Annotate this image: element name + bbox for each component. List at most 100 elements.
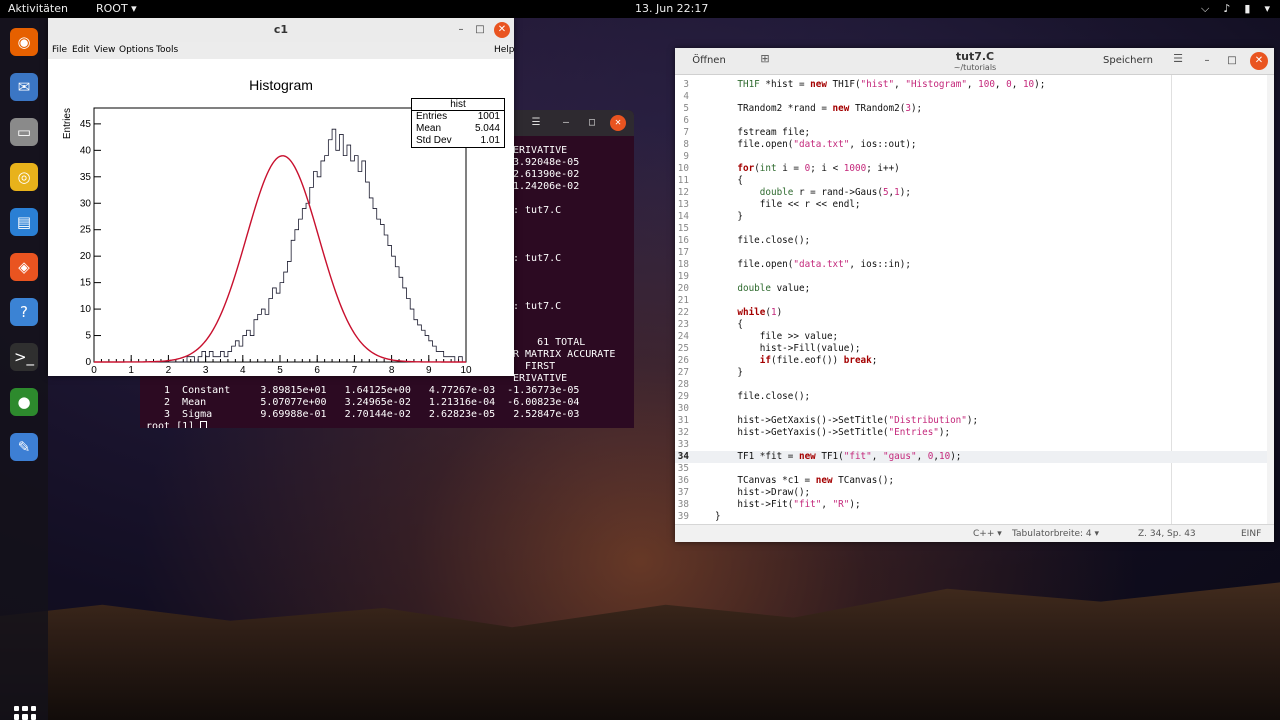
rhythmbox-icon[interactable]: ◎ [10, 163, 38, 191]
code-line[interactable]: 30 [675, 403, 1267, 415]
new-tab-icon[interactable]: ⊞ [755, 52, 775, 70]
show-applications-icon[interactable] [14, 706, 36, 720]
root-icon[interactable]: ● [10, 388, 38, 416]
plot-area[interactable]: Histogram012345678910051015202530354045D… [48, 59, 514, 387]
line-number: 13 [677, 199, 689, 210]
hamburger-menu-icon[interactable]: ☰ [1169, 52, 1187, 70]
code-line[interactable]: 19 [675, 271, 1267, 283]
insert-mode[interactable]: EINF [1241, 529, 1261, 539]
code-line[interactable]: 27 } [675, 367, 1267, 379]
terminal-menu-icon[interactable]: ☰ [528, 115, 544, 131]
menu-help[interactable]: Help [494, 45, 515, 55]
code-line[interactable]: 37 hist->Draw(); [675, 487, 1267, 499]
stats-box[interactable]: hist Entries 1001 Mean 5.044 Std Dev 1.01 [411, 98, 505, 148]
code-line[interactable]: 18 file.open("data.txt", ios::in); [675, 259, 1267, 271]
canvas-minimize-icon[interactable]: – [453, 22, 469, 38]
line-number: 37 [677, 487, 689, 498]
menu-view[interactable]: View [94, 45, 115, 55]
code-line[interactable]: 31 hist->GetXaxis()->SetTitle("Distribut… [675, 415, 1267, 427]
code-line[interactable]: 11 { [675, 175, 1267, 187]
code-line[interactable]: 16 file.close(); [675, 235, 1267, 247]
open-button[interactable]: Öffnen [679, 51, 739, 71]
code-line[interactable]: 8 file.open("data.txt", ios::out); [675, 139, 1267, 151]
editor-statusbar: C++ ▾ Tabulatorbreite: 4 ▾ Z. 34, Sp. 43… [675, 524, 1274, 542]
language-selector[interactable]: C++ ▾ [973, 529, 1002, 539]
line-number: 20 [677, 283, 689, 294]
code-line[interactable]: 4 [675, 91, 1267, 103]
code-line[interactable]: 17 [675, 247, 1267, 259]
code-line[interactable]: 7 fstream file; [675, 127, 1267, 139]
code-line[interactable]: 36 TCanvas *c1 = new TCanvas(); [675, 475, 1267, 487]
code-line[interactable]: 26 if(file.eof()) break; [675, 355, 1267, 367]
code-line[interactable]: 35 [675, 463, 1267, 475]
line-number: 14 [677, 211, 689, 222]
code-line[interactable]: 6 [675, 115, 1267, 127]
editor-maximize-icon[interactable]: □ [1223, 52, 1241, 70]
app-menu[interactable]: ROOT ▾ [96, 2, 137, 15]
firefox-icon[interactable]: ◉ [10, 28, 38, 56]
line-number: 18 [677, 259, 689, 270]
line-number: 23 [677, 319, 689, 330]
network-icon[interactable]: ⌵ [1201, 2, 1209, 16]
code-view[interactable]: 3 TH1F *hist = new TH1F("hist", "Histogr… [675, 75, 1274, 524]
system-tray[interactable]: ⌵ ♪ ▮ ▾ [1201, 2, 1270, 16]
code-line[interactable]: 38 hist->Fit("fit", "R"); [675, 499, 1267, 511]
terminal-minimize-icon[interactable]: – [558, 115, 574, 131]
code-line[interactable]: 10 for(int i = 0; i < 1000; i++) [675, 163, 1267, 175]
code-text: file.open("data.txt", ios::in); [715, 259, 911, 270]
menu-tools[interactable]: Tools [156, 45, 178, 55]
code-text: { [715, 175, 743, 186]
terminal-icon[interactable]: >_ [10, 343, 38, 371]
activities-button[interactable]: Aktivitäten [8, 2, 68, 15]
code-line[interactable]: 9 [675, 151, 1267, 163]
tab-width-selector[interactable]: Tabulatorbreite: 4 ▾ [1012, 529, 1099, 539]
code-line[interactable]: 15 [675, 223, 1267, 235]
system-menu-icon[interactable]: ▾ [1264, 2, 1270, 16]
menu-edit[interactable]: Edit [72, 45, 89, 55]
code-line[interactable]: 12 double r = rand->Gaus(5,1); [675, 187, 1267, 199]
terminal-line: 1.24206e-02 [513, 181, 580, 192]
code-line[interactable]: 20 double value; [675, 283, 1267, 295]
text-editor-window[interactable]: Öffnen ⊞ tut7.C ~/tutorials Speichern ☰ … [675, 48, 1274, 542]
editor-minimize-icon[interactable]: – [1198, 52, 1216, 70]
menu-file[interactable]: File [52, 45, 67, 55]
clock[interactable]: 13. Jun 22:17 [635, 2, 708, 15]
editor-scrollbar[interactable] [1267, 75, 1274, 524]
y-tick-label: 0 [85, 357, 91, 368]
text-editor-icon[interactable]: ✎ [10, 433, 38, 461]
save-button[interactable]: Speichern [1095, 51, 1161, 71]
code-line[interactable]: 23 { [675, 319, 1267, 331]
cursor-position[interactable]: Z. 34, Sp. 43 [1138, 529, 1196, 539]
code-line[interactable]: 28 [675, 379, 1267, 391]
code-line[interactable]: 33 [675, 439, 1267, 451]
code-line[interactable]: 14 } [675, 211, 1267, 223]
code-line[interactable]: 25 hist->Fill(value); [675, 343, 1267, 355]
software-icon[interactable]: ◈ [10, 253, 38, 281]
code-line[interactable]: 22 while(1) [675, 307, 1267, 319]
root-canvas-window[interactable]: c1 – □ ✕ File Edit View Options Tools He… [48, 18, 515, 387]
terminal-line: 1 Constant 3.89815e+01 1.64125e+00 4.772… [164, 385, 580, 396]
code-line[interactable]: 5 TRandom2 *rand = new TRandom2(3); [675, 103, 1267, 115]
canvas-maximize-icon[interactable]: □ [472, 22, 488, 38]
writer-icon[interactable]: ▤ [10, 208, 38, 236]
code-line[interactable]: 24 file >> value; [675, 331, 1267, 343]
terminal-close-icon[interactable]: ✕ [610, 115, 626, 131]
menu-options[interactable]: Options [119, 45, 154, 55]
code-line[interactable]: 34 TF1 *fit = new TF1("fit", "gaus", 0,1… [675, 451, 1267, 463]
code-line[interactable]: 21 [675, 295, 1267, 307]
code-line[interactable]: 13 file << r << endl; [675, 199, 1267, 211]
thunderbird-icon[interactable]: ✉ [10, 73, 38, 101]
editor-close-icon[interactable]: ✕ [1250, 52, 1268, 70]
volume-icon[interactable]: ♪ [1223, 2, 1230, 16]
files-icon[interactable]: ▭ [10, 118, 38, 146]
terminal-maximize-icon[interactable]: □ [584, 115, 600, 131]
code-text: hist->Fit("fit", "R"); [715, 499, 861, 510]
canvas-close-icon[interactable]: ✕ [494, 22, 510, 38]
help-icon[interactable]: ? [10, 298, 38, 326]
code-line[interactable]: 3 TH1F *hist = new TH1F("hist", "Histogr… [675, 79, 1267, 91]
code-line[interactable]: 39} [675, 511, 1267, 523]
code-line[interactable]: 32 hist->GetYaxis()->SetTitle("Entries")… [675, 427, 1267, 439]
line-number: 33 [677, 439, 689, 450]
battery-icon[interactable]: ▮ [1244, 2, 1250, 16]
code-line[interactable]: 29 file.close(); [675, 391, 1267, 403]
